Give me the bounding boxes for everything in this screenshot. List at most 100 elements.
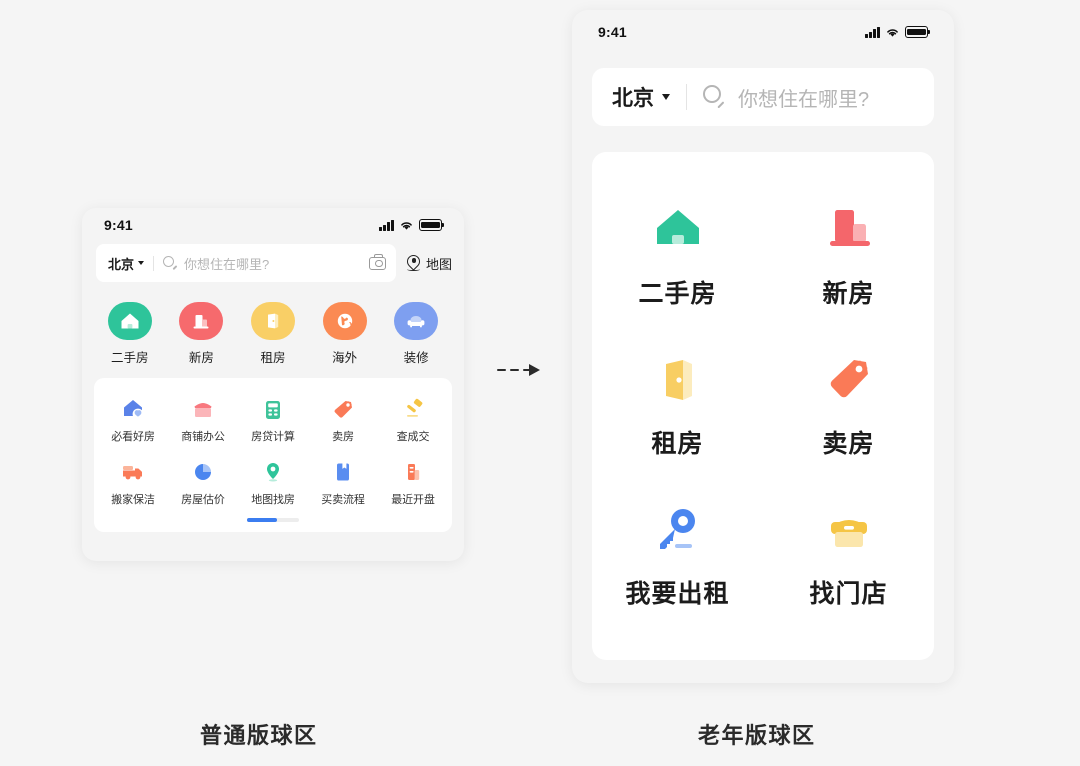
divider [686, 84, 687, 110]
senior-entry-maifang[interactable]: 卖房 [763, 334, 934, 484]
gavel-icon [398, 395, 428, 423]
senior-entry-zhaomendian[interactable]: 找门店 [763, 484, 934, 634]
globe-icon [322, 302, 367, 340]
grid-item-label: 房屋估价 [181, 494, 225, 506]
search-bar[interactable]: 北京 你想住在哪里? [96, 244, 396, 282]
search-input-placeholder[interactable]: 你想住在哪里? [738, 83, 869, 112]
shop-icon [188, 395, 218, 423]
search-icon [163, 255, 178, 271]
top-entry-ershoufang[interactable]: 二手房 [102, 302, 158, 366]
top-entry-label: 新房 [188, 351, 214, 365]
cellular-signal-icon [379, 219, 394, 231]
top-entry-label: 海外 [332, 351, 358, 365]
map-button[interactable]: 地图 [404, 252, 452, 273]
search-row: 北京 你想住在哪里? [572, 54, 954, 126]
caption-senior-version: 老年版球区 [698, 723, 816, 748]
senior-entry-label: 租房 [651, 430, 704, 458]
divider [153, 255, 155, 271]
buildings-icon [179, 302, 224, 340]
senior-entries-card: 二手房 新房 租房 卖房 我要出租 找门店 [592, 152, 934, 660]
status-icons [379, 219, 445, 231]
grid-item-label: 卖房 [332, 431, 354, 443]
senior-entry-label: 二手房 [638, 280, 717, 308]
senior-entry-label: 找门店 [809, 580, 888, 608]
grid-item-label: 最近开盘 [391, 494, 435, 506]
senior-entries-grid: 二手房 新房 租房 卖房 我要出租 找门店 [592, 184, 934, 634]
status-icons [865, 26, 931, 38]
page-progress-bar [247, 518, 299, 522]
search-input-placeholder[interactable]: 你想住在哪里? [184, 254, 269, 273]
truck-icon [118, 458, 148, 486]
map-button-label: 地图 [425, 256, 452, 272]
sofa-icon [394, 302, 439, 340]
top-entry-label: 二手房 [111, 351, 149, 365]
page-progress-thumb [247, 518, 277, 522]
top-entry-label: 装修 [403, 351, 429, 365]
grid-item-shangpubangong[interactable]: 商铺办公 [168, 390, 238, 453]
house-shield-icon [118, 395, 148, 423]
senior-entry-label: 我要出租 [625, 580, 730, 608]
grid-item-label: 搬家保洁 [111, 494, 155, 506]
wifi-icon [401, 221, 412, 230]
status-time: 9:41 [598, 24, 627, 40]
senior-entry-label: 卖房 [822, 430, 875, 458]
senior-entry-ershoufang[interactable]: 二手房 [592, 184, 763, 334]
senior-entry-zufang[interactable]: 租房 [592, 334, 763, 484]
grid-item-fangwugujia[interactable]: 房屋估价 [168, 453, 238, 516]
city-selector[interactable]: 北京 [612, 82, 670, 112]
search-icon [703, 85, 727, 109]
senior-entry-xinfang[interactable]: 新房 [763, 184, 934, 334]
grid-item-maimailiucheng[interactable]: 买卖流程 [308, 453, 378, 516]
grid-item-banjiabaojie[interactable]: 搬家保洁 [98, 453, 168, 516]
book-icon [328, 458, 358, 486]
map-pin-icon [404, 252, 423, 271]
grid-item-maifang[interactable]: 卖房 [308, 390, 378, 453]
grid-item-zuijinkaipan[interactable]: 最近开盘 [378, 453, 448, 516]
search-row: 北京 你想住在哪里? 地图 [82, 242, 464, 292]
page-indicator[interactable] [98, 516, 448, 526]
caption-normal-version: 普通版球区 [200, 723, 318, 748]
grid-item-label: 必看好房 [111, 431, 155, 443]
buildings-icon [820, 204, 878, 256]
wifi-icon [887, 28, 898, 37]
city-label: 北京 [612, 87, 654, 110]
house-icon [107, 302, 152, 340]
battery-full-icon [419, 219, 445, 231]
senior-entry-woyaochuzu[interactable]: 我要出租 [592, 484, 763, 634]
top-entry-xinfang[interactable]: 新房 [173, 302, 229, 366]
chevron-down-icon [662, 94, 670, 100]
status-bar: 9:41 [572, 10, 954, 54]
service-grid: 必看好房 商铺办公 房贷计算 卖房 查成交 搬家保洁 房屋估价 地图找房 买卖流… [98, 390, 448, 516]
top-entry-zhuangxiu[interactable]: 装修 [388, 302, 444, 366]
grid-item-label: 买卖流程 [321, 494, 365, 506]
service-grid-card: 必看好房 商铺办公 房贷计算 卖房 查成交 搬家保洁 房屋估价 地图找房 买卖流… [94, 378, 452, 532]
grid-item-label: 地图找房 [251, 494, 295, 506]
city-selector[interactable]: 北京 [108, 254, 145, 273]
pie-chart-icon [188, 458, 218, 486]
senior-entry-label: 新房 [822, 280, 875, 308]
search-bar[interactable]: 北京 你想住在哪里? [592, 68, 934, 126]
status-time: 9:41 [104, 217, 133, 233]
status-bar: 9:41 [82, 208, 464, 242]
door-icon [250, 302, 295, 340]
senior-version-phone: 9:41 北京 你想住在哪里? 二手房 新房 租房 卖房 我要出租 找门店 [572, 10, 954, 683]
flow-arrow [497, 362, 543, 378]
grid-item-bikanhaofang[interactable]: 必看好房 [98, 390, 168, 453]
top-entry-haiwai[interactable]: 海外 [317, 302, 373, 366]
key-icon [649, 504, 707, 556]
grid-item-label: 商铺办公 [181, 431, 225, 443]
store-box-icon [820, 504, 878, 556]
grid-item-fangdaijisuan[interactable]: 房贷计算 [238, 390, 308, 453]
camera-icon[interactable] [368, 253, 386, 270]
top-entries-row: 二手房 新房 租房 海外 装修 [82, 292, 464, 378]
price-tag-icon [328, 395, 358, 423]
building-icon [398, 458, 428, 486]
city-label: 北京 [108, 256, 135, 272]
location-pin-icon [258, 458, 288, 486]
top-entry-zufang[interactable]: 租房 [245, 302, 301, 366]
grid-item-chachengjiao[interactable]: 查成交 [378, 390, 448, 453]
top-entry-label: 租房 [260, 351, 286, 365]
house-icon [649, 204, 707, 256]
normal-version-phone: 9:41 北京 你想住在哪里? 地图 二手房 新房 租房 海外 装修 必看好房 … [82, 208, 464, 561]
grid-item-dituzhaofang[interactable]: 地图找房 [238, 453, 308, 516]
